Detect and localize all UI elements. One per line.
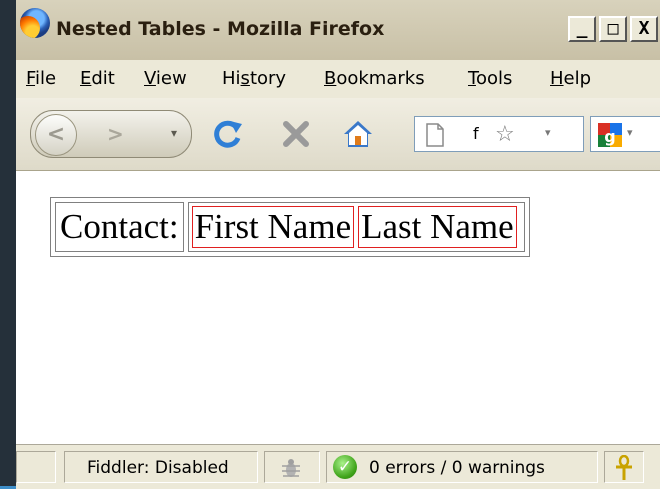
fiddler-status[interactable]: Fiddler: Disabled <box>64 451 258 483</box>
status-spacer <box>16 451 56 483</box>
window-title: Nested Tables - Mozilla Firefox <box>56 18 385 40</box>
google-icon[interactable]: g <box>597 122 623 148</box>
fiddler-status-text: Fiddler: Disabled <box>87 458 229 478</box>
maximize-button[interactable]: □ <box>599 16 627 42</box>
menu-tools[interactable]: Tools <box>468 68 512 89</box>
firebug-status[interactable] <box>264 451 320 483</box>
url-text: f <box>473 124 479 143</box>
title-bar[interactable]: Nested Tables - Mozilla Firefox _ □ X <box>16 0 660 60</box>
back-forward-group: < > ▾ <box>30 110 192 158</box>
contact-label: Contact: <box>55 202 184 252</box>
desktop-background <box>0 0 16 489</box>
forward-arrow-icon[interactable]: > <box>87 119 159 149</box>
url-dropdown-icon[interactable]: ▾ <box>545 126 551 139</box>
menu-bookmarks[interactable]: Bookmarks <box>324 68 425 89</box>
reload-icon[interactable] <box>212 118 244 150</box>
last-name-cell: Last Name <box>358 206 517 248</box>
ankh-icon <box>616 455 632 480</box>
status-bar: Fiddler: Disabled ✓ 0 errors / 0 warning… <box>16 444 660 489</box>
page-icon <box>426 123 444 147</box>
bookmark-star-icon[interactable]: ☆ <box>495 122 515 147</box>
caption-buttons: _ □ X <box>568 16 660 42</box>
menu-bar: File Edit View History Bookmarks Tools H… <box>16 60 660 98</box>
svg-text:g: g <box>604 127 615 146</box>
nested-table-cell: First Name Last Name <box>187 202 525 252</box>
page-content: Contact: First Name Last Name <box>16 171 660 444</box>
first-name-cell: First Name <box>191 206 355 248</box>
firefox-logo-icon[interactable] <box>20 8 50 38</box>
minimize-button[interactable]: _ <box>568 16 596 42</box>
search-box[interactable]: g ▾ <box>590 116 660 152</box>
url-bar[interactable]: f ☆ ▾ <box>414 116 584 152</box>
menu-view[interactable]: View <box>144 68 187 89</box>
close-button[interactable]: X <box>630 16 658 42</box>
browser-window: Nested Tables - Mozilla Firefox _ □ X Fi… <box>16 0 660 489</box>
menu-history[interactable]: History <box>222 68 286 89</box>
menu-help[interactable]: Help <box>550 68 591 89</box>
addon-status[interactable] <box>604 451 644 483</box>
inner-table: First Name Last Name <box>188 206 521 248</box>
menu-edit[interactable]: Edit <box>80 68 115 89</box>
outer-table: Contact: First Name Last Name <box>50 197 530 257</box>
errors-warnings-text: 0 errors / 0 warnings <box>369 458 545 478</box>
home-icon[interactable] <box>342 118 374 150</box>
menu-file[interactable]: File <box>26 68 56 89</box>
error-console-status[interactable]: ✓ 0 errors / 0 warnings <box>326 451 598 483</box>
checkmark-icon: ✓ <box>333 455 357 479</box>
back-arrow-icon[interactable]: < <box>35 114 77 156</box>
search-engine-dropdown-icon[interactable]: ▾ <box>627 126 633 139</box>
stop-icon[interactable] <box>282 120 310 148</box>
history-dropdown-icon[interactable]: ▾ <box>171 126 177 140</box>
navigation-toolbar: < > ▾ f ☆ ▾ g ▾ <box>16 98 660 172</box>
bug-icon <box>282 459 300 477</box>
